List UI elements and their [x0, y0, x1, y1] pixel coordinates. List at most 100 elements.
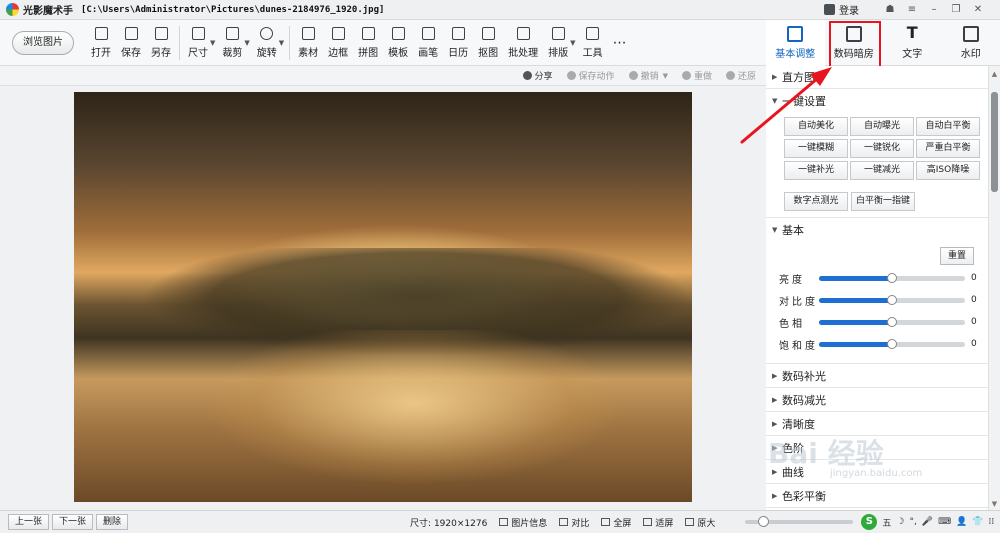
scroll-thumb[interactable] [991, 92, 998, 192]
tool-save[interactable]: 保存 [116, 22, 146, 64]
maximize-button[interactable]: ❐ [945, 1, 967, 19]
browse-images-button[interactable]: 浏览图片 [12, 30, 74, 55]
tool-save-as[interactable]: 另存 [146, 22, 176, 64]
auto-exposure-button[interactable]: 自动曝光 [850, 117, 914, 136]
scroll-up-icon[interactable]: ▲ [991, 70, 998, 78]
section-basic[interactable]: ▼ 基本 [766, 218, 988, 241]
user-icon[interactable]: 👤 [956, 517, 967, 527]
section-curves[interactable]: ▶ 曲线 [766, 460, 988, 484]
hue-slider[interactable] [819, 316, 965, 327]
prev-image-button[interactable]: 上一张 [8, 514, 50, 530]
login-link[interactable]: 登录 [839, 2, 859, 17]
ime-mode[interactable]: 五 [882, 516, 891, 529]
section-histogram[interactable]: ▶ 直方图 [766, 66, 988, 89]
original-size-button[interactable]: 原大 [685, 516, 715, 529]
punctuation-icon[interactable]: °, [909, 517, 916, 527]
undo-button[interactable]: 撤销 ▼ [628, 69, 668, 82]
section-clarity[interactable]: ▶ 清晰度 [766, 412, 988, 436]
border-icon [331, 26, 345, 40]
share-button[interactable]: 分享 [522, 69, 553, 82]
tool-resize[interactable]: 尺寸 [183, 22, 213, 64]
tool-open[interactable]: 打开 [86, 22, 116, 64]
tool-cutout[interactable]: 抠图 [473, 22, 503, 64]
zoom-slider[interactable] [745, 516, 854, 527]
panel-scrollbar[interactable]: ▲ ▼ [988, 66, 1000, 510]
compare-button[interactable]: 对比 [559, 516, 589, 529]
high-iso-denoise-button[interactable]: 高ISO降噪 [916, 161, 980, 180]
skin-button[interactable]: ☗ [879, 1, 901, 19]
tool-collage[interactable]: 拼图 [353, 22, 383, 64]
panel-tabs: 基本调整 数码暗房 T 文字 水印 [766, 20, 1000, 66]
fit-screen-button[interactable]: 适屏 [643, 516, 673, 529]
tab-watermark[interactable]: 水印 [942, 20, 1000, 66]
one-click-sharpen-button[interactable]: 一键锐化 [850, 139, 914, 158]
ime-logo-icon[interactable]: S [861, 514, 878, 530]
slider-handle[interactable] [887, 272, 897, 283]
keyboard-icon[interactable]: ⌨ [938, 517, 951, 527]
scroll-down-icon[interactable]: ▼ [991, 500, 998, 508]
strong-white-balance-button[interactable]: 严重白平衡 [916, 139, 980, 158]
one-click-reduce-light-button[interactable]: 一键减光 [850, 161, 914, 180]
one-click-blur-button[interactable]: 一键模糊 [784, 139, 848, 158]
tab-text[interactable]: T 文字 [883, 20, 942, 66]
more-icon: ⋯ [612, 34, 627, 51]
section-levels[interactable]: ▶ 色阶 [766, 436, 988, 460]
image-canvas[interactable] [0, 86, 766, 510]
moon-icon[interactable]: ☽ [896, 517, 904, 527]
save-as-icon [154, 26, 168, 40]
tool-material[interactable]: 素材 [293, 22, 323, 64]
brightness-slider[interactable] [819, 272, 965, 283]
spot-metering-button[interactable]: 数字点测光 [784, 192, 848, 211]
undo-dropdown-icon[interactable]: ▼ [663, 72, 668, 80]
tool-batch[interactable]: 批处理 [503, 22, 543, 64]
resize-dropdown-icon[interactable]: ▼ [210, 39, 215, 47]
one-click-fill-light-button[interactable]: 一键补光 [784, 161, 848, 180]
delete-button[interactable]: 删除 [96, 514, 129, 530]
rotate-dropdown-icon[interactable]: ▼ [279, 39, 284, 47]
slider-handle[interactable] [887, 294, 897, 305]
tool-rotate[interactable]: 旋转 [252, 22, 282, 64]
minimize-button[interactable]: – [923, 1, 945, 19]
slider-handle[interactable] [887, 316, 897, 327]
tool-layout[interactable]: 排版 [543, 22, 573, 64]
image-info-button[interactable]: 图片信息 [499, 516, 547, 529]
save-action-button[interactable]: 保存动作 [566, 69, 615, 82]
auto-beautify-button[interactable]: 自动美化 [784, 117, 848, 136]
tool-calendar[interactable]: 日历 [443, 22, 473, 64]
white-balance-finger-button[interactable]: 白平衡一指键 [851, 192, 915, 211]
section-color-balance[interactable]: ▶ 色彩平衡 [766, 484, 988, 508]
tool-border[interactable]: 边框 [323, 22, 353, 64]
section-oneclick[interactable]: ▼ 一键设置 [766, 89, 988, 112]
menu-button[interactable]: ≡ [901, 1, 923, 19]
crop-dropdown-icon[interactable]: ▼ [244, 39, 249, 47]
tool-brush[interactable]: 画笔 [413, 22, 443, 64]
saturation-slider[interactable] [819, 338, 965, 349]
zoom-handle[interactable] [758, 516, 770, 527]
tab-digital-darkroom[interactable]: 数码暗房 [825, 20, 884, 66]
tool-crop[interactable]: 裁剪 [217, 22, 247, 64]
toolbar-divider [179, 25, 180, 60]
slider-handle[interactable] [887, 338, 897, 349]
collapse-arrow-icon: ▶ [772, 443, 778, 452]
image-size: 尺寸: 1920×1276 [410, 518, 488, 529]
restore-button[interactable]: 还原 [725, 69, 756, 82]
skin-icon[interactable]: 👕 [972, 517, 983, 527]
fullscreen-button[interactable]: 全屏 [601, 516, 631, 529]
next-image-button[interactable]: 下一张 [52, 514, 94, 530]
tab-basic-adjust[interactable]: 基本调整 [766, 20, 825, 66]
auto-white-balance-button[interactable]: 自动白平衡 [916, 117, 980, 136]
grid-icon[interactable]: ⁞⁞ [989, 517, 995, 527]
text-icon: T [906, 23, 918, 42]
close-button[interactable]: ✕ [967, 1, 989, 19]
section-fill-light[interactable]: ▶ 数码补光 [766, 364, 988, 388]
tool-more[interactable]: ⋯ [608, 22, 632, 64]
tool-template[interactable]: 模板 [383, 22, 413, 64]
reset-button[interactable]: 重置 [940, 247, 974, 265]
redo-button[interactable]: 重做 [681, 69, 712, 82]
layout-dropdown-icon[interactable]: ▼ [570, 39, 575, 47]
photo-dunes[interactable] [74, 92, 692, 502]
contrast-slider[interactable] [819, 294, 965, 305]
mic-icon[interactable]: 🎤 [922, 517, 933, 527]
tool-tools[interactable]: 工具 [578, 22, 608, 64]
section-reduce-light[interactable]: ▶ 数码减光 [766, 388, 988, 412]
